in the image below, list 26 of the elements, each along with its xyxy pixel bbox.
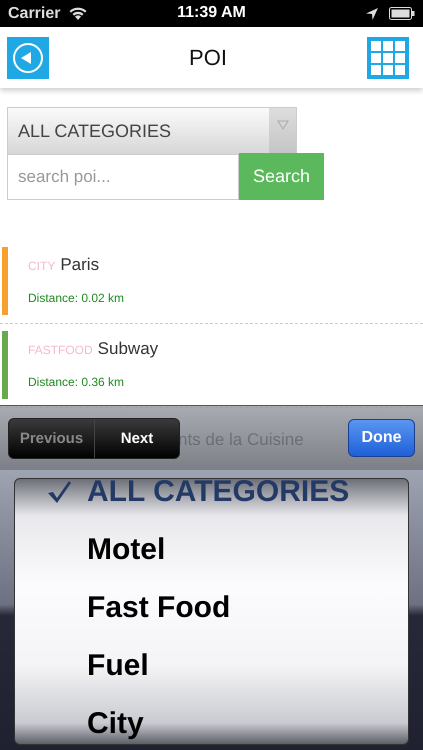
distance-text: Distance: 0.02 km (28, 291, 124, 305)
done-button[interactable]: Done (348, 419, 415, 457)
grid-icon (370, 40, 406, 76)
location-icon (365, 6, 379, 20)
poi-name[interactable]: Subway (98, 339, 158, 359)
clock-time: 11:39 AM (177, 4, 246, 21)
battery-icon (389, 7, 415, 20)
search-field[interactable]: search poi... (7, 155, 239, 200)
caret-icon (276, 120, 288, 130)
page-title: POI (189, 44, 227, 70)
nav-segment-button[interactable]: Next (94, 418, 179, 458)
picker-option[interactable]: Fuel (87, 649, 149, 683)
picker-option[interactable]: Fast Food (87, 591, 230, 625)
back-icon (12, 42, 44, 74)
distance-text: Distance: 0.36 km (28, 375, 126, 389)
category-label: FASTFOOD (28, 343, 93, 357)
poi-name[interactable]: Paris (60, 255, 100, 275)
wifi-icon (68, 6, 88, 21)
picker-option[interactable]: ALL CATEGORIES (87, 479, 350, 509)
carrier-label: Carrier (8, 4, 60, 22)
category-label: CITY (28, 259, 56, 273)
picker-option[interactable]: Motel (87, 533, 166, 567)
back-button[interactable] (7, 36, 49, 78)
grid-button[interactable] (367, 36, 409, 78)
category-dropdown[interactable]: ALL CATEGORIES (7, 107, 297, 155)
picker-option[interactable]: City (87, 707, 144, 741)
